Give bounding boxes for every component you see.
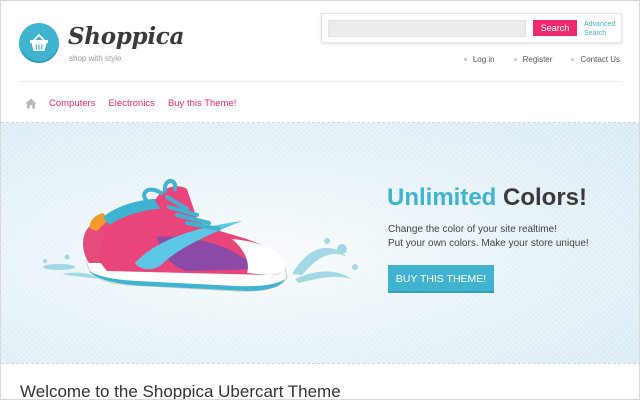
- banner-headline: Unlimited Colors!: [387, 184, 587, 212]
- search-input[interactable]: [328, 20, 526, 37]
- contact-us-link-label: Contact Us: [580, 55, 620, 64]
- page-frame: Shoppica shop with style Search Advanced…: [0, 0, 640, 400]
- advanced-search-line1: Advanced: [584, 21, 616, 28]
- bullet-icon: [463, 58, 467, 61]
- nav-item-computers[interactable]: Computers: [49, 98, 95, 109]
- search-button[interactable]: Search: [533, 20, 577, 36]
- banner-subtitle-line2: Put your own colors. Make your store uni…: [388, 238, 589, 249]
- contact-us-link[interactable]: Contact Us: [571, 55, 620, 64]
- home-icon[interactable]: [25, 98, 37, 109]
- bullet-icon: [571, 58, 575, 61]
- headline-highlight: Unlimited: [387, 184, 497, 211]
- nav-item-electronics[interactable]: Electronics: [108, 98, 154, 109]
- login-link-label: Log in: [472, 55, 495, 64]
- login-link[interactable]: Log in: [463, 55, 495, 64]
- buy-theme-button[interactable]: BUY THIS THEME!: [388, 265, 494, 293]
- advanced-search-line2: Search: [584, 30, 607, 37]
- main-nav: Computers Electronics Buy this Theme!: [20, 95, 249, 111]
- bullet-icon: [513, 58, 517, 61]
- headline-rest: Colors!: [503, 184, 588, 211]
- logo-name[interactable]: Shoppica: [68, 23, 184, 50]
- register-link[interactable]: Register: [513, 55, 553, 64]
- register-link-label: Register: [522, 55, 553, 64]
- advanced-search-link[interactable]: Advanced Search: [584, 20, 624, 38]
- top-links: Log in Register Contact Us: [445, 55, 620, 64]
- basket-icon: [30, 33, 48, 51]
- banner-bottom-border: [1, 363, 639, 364]
- header-divider: [20, 81, 622, 82]
- sneaker-image[interactable]: [37, 179, 367, 304]
- logo-tagline: shop with style: [69, 54, 122, 63]
- search-box: Search Advanced Search: [321, 13, 622, 43]
- logo-icon[interactable]: [19, 23, 59, 63]
- nav-item-buy-theme[interactable]: Buy this Theme!: [168, 98, 236, 109]
- banner-subtitle-line1: Change the color of your site realtime!: [388, 224, 557, 235]
- page-title: Welcome to the Shoppica Ubercart Theme: [20, 382, 341, 400]
